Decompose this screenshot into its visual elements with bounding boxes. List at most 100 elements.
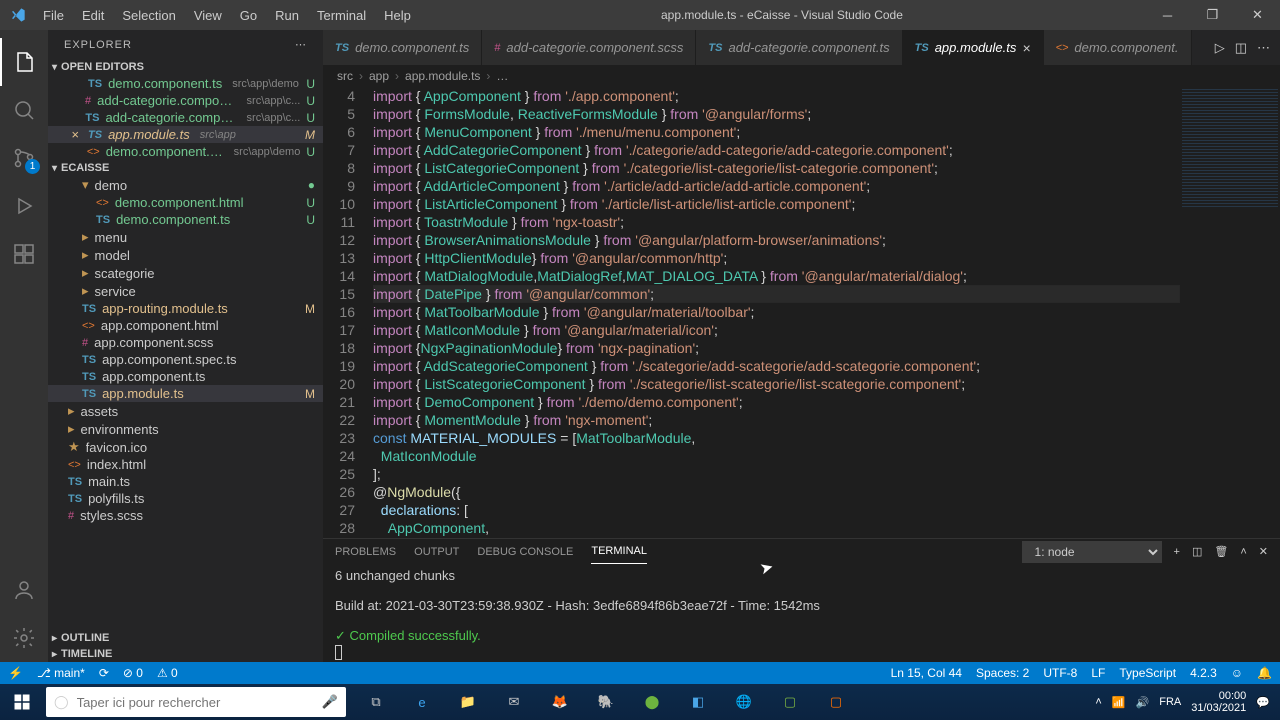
camtasia-icon[interactable]: ▢ <box>770 684 810 720</box>
spring-icon[interactable]: ⬤ <box>632 684 672 720</box>
outline-header[interactable]: ▸OUTLINE <box>48 630 323 646</box>
file-item[interactable]: TSmain.ts <box>48 473 323 490</box>
folder-item[interactable]: ▾demo● <box>48 176 323 194</box>
new-terminal-icon[interactable]: + <box>1174 546 1180 558</box>
file-item[interactable]: TSpolyfills.ts <box>48 490 323 507</box>
menu-edit[interactable]: Edit <box>74 4 112 27</box>
minimize-button[interactable]: ─ <box>1145 0 1190 30</box>
editor-tab[interactable]: TSapp.module.ts× <box>903 30 1044 65</box>
editor-tab[interactable]: TSdemo.component.ts <box>323 30 482 65</box>
split-editor-icon[interactable]: ◫ <box>1235 40 1247 56</box>
file-item[interactable]: TSapp-routing.module.tsM <box>48 300 323 317</box>
open-editor-item[interactable]: ×TSapp.module.tssrc\appM <box>48 126 323 143</box>
menu-run[interactable]: Run <box>267 4 307 27</box>
terminal-selector[interactable]: 1: node <box>1022 541 1162 563</box>
close-icon[interactable]: × <box>68 127 82 142</box>
file-item[interactable]: <>app.component.html <box>48 317 323 334</box>
folder-item[interactable]: ▸service <box>48 282 323 300</box>
file-item[interactable]: <>demo.component.htmlU <box>48 194 323 211</box>
panel-tab-terminal[interactable]: TERMINAL <box>591 539 647 564</box>
file-item[interactable]: #styles.scss <box>48 507 323 524</box>
panel-tab-problems[interactable]: PROBLEMS <box>335 540 396 564</box>
project-header[interactable]: ▾ECAISSE <box>48 160 323 176</box>
panel-tab-output[interactable]: OUTPUT <box>414 540 459 564</box>
mail-icon[interactable]: ✉ <box>494 684 534 720</box>
file-item[interactable]: #app.component.scss <box>48 334 323 351</box>
extensions-icon[interactable] <box>0 230 48 278</box>
menu-terminal[interactable]: Terminal <box>309 4 374 27</box>
file-item[interactable]: TSapp.component.ts <box>48 368 323 385</box>
maximize-panel-icon[interactable]: ˄ <box>1240 546 1246 558</box>
wifi-icon[interactable]: 📶 <box>1112 696 1126 709</box>
language-mode[interactable]: TypeScript <box>1119 666 1176 680</box>
remote-icon[interactable]: ⚡ <box>8 666 23 680</box>
open-editor-item[interactable]: TSadd-categorie.component.tssrc\app\c...… <box>48 109 323 126</box>
feedback-icon[interactable]: ☺ <box>1231 666 1243 680</box>
ts-version[interactable]: 4.2.3 <box>1190 666 1217 680</box>
bell-icon[interactable]: 🔔 <box>1257 666 1272 680</box>
start-button[interactable] <box>0 684 44 720</box>
system-tray[interactable]: ˄ 📶 🔊 FRA 00:0031/03/2021 💬 <box>1095 690 1280 714</box>
account-icon[interactable] <box>0 566 48 614</box>
close-tab-icon[interactable]: × <box>1022 40 1030 56</box>
timeline-header[interactable]: ▸TIMELINE <box>48 646 323 662</box>
breadcrumb[interactable]: src›app›app.module.ts›… <box>323 65 1280 87</box>
tray-chevron-icon[interactable]: ˄ <box>1095 696 1101 708</box>
editor-tab[interactable]: #add-categorie.component.scss <box>482 30 696 65</box>
notifications-icon[interactable]: 💬 <box>1256 696 1270 709</box>
search-icon[interactable] <box>0 86 48 134</box>
menu-go[interactable]: Go <box>232 4 265 27</box>
explorer-icon[interactable] <box>0 38 48 86</box>
indentation[interactable]: Spaces: 2 <box>976 666 1029 680</box>
pgadmin-icon[interactable]: 🐘 <box>586 684 626 720</box>
mic-icon[interactable]: 🎤 <box>322 694 338 710</box>
cursor-position[interactable]: Ln 15, Col 44 <box>891 666 962 680</box>
branch-indicator[interactable]: ⎇ main* <box>37 666 85 680</box>
open-editors-header[interactable]: ▾OPEN EDITORS <box>48 59 323 75</box>
task-view-icon[interactable]: ⧉ <box>356 684 396 720</box>
folder-item[interactable]: ▸menu <box>48 228 323 246</box>
clock-time[interactable]: 00:00 <box>1191 690 1246 702</box>
minimap[interactable] <box>1180 87 1280 538</box>
firefox-icon[interactable]: 🦊 <box>540 684 580 720</box>
folder-item[interactable]: ▸environments <box>48 420 323 438</box>
file-item[interactable]: TSapp.module.tsM <box>48 385 323 402</box>
open-editor-item[interactable]: TSdemo.component.tssrc\app\demoU <box>48 75 323 92</box>
menu-help[interactable]: Help <box>376 4 419 27</box>
menu-view[interactable]: View <box>186 4 230 27</box>
encoding[interactable]: UTF-8 <box>1043 666 1077 680</box>
volume-icon[interactable]: 🔊 <box>1136 696 1150 709</box>
menu-file[interactable]: File <box>35 4 72 27</box>
open-editor-item[interactable]: <>demo.component.htmlsrc\app\demoU <box>48 143 323 160</box>
kill-terminal-icon[interactable]: 🗑 <box>1214 545 1228 558</box>
error-count[interactable]: ⊘ 0 <box>123 666 143 680</box>
taskbar-search[interactable]: ◯ 🎤 <box>46 687 346 717</box>
vscode-icon[interactable]: ◧ <box>678 684 718 720</box>
more-actions-icon[interactable]: ⋯ <box>1257 40 1270 56</box>
close-button[interactable]: ✕ <box>1235 0 1280 30</box>
terminal-output[interactable]: 6 unchanged chunks Build at: 2021-03-30T… <box>323 564 1280 664</box>
language-indicator[interactable]: FRA <box>1159 696 1181 708</box>
open-editor-item[interactable]: #add-categorie.component.scsssrc\app\c..… <box>48 92 323 109</box>
eol[interactable]: LF <box>1091 666 1105 680</box>
search-input[interactable] <box>77 695 314 710</box>
split-terminal-icon[interactable]: ◫ <box>1192 545 1202 558</box>
file-explorer-icon[interactable]: 📁 <box>448 684 488 720</box>
code-editor[interactable]: 4567891011121314151617181920212223242526… <box>323 87 1280 538</box>
chrome-icon[interactable]: 🌐 <box>724 684 764 720</box>
more-icon[interactable]: ⋯ <box>295 38 307 51</box>
source-control-icon[interactable]: 1 <box>0 134 48 182</box>
panel-tab-debug-console[interactable]: DEBUG CONSOLE <box>477 540 573 564</box>
menu-selection[interactable]: Selection <box>114 4 183 27</box>
file-item[interactable]: TSdemo.component.tsU <box>48 211 323 228</box>
sync-button[interactable]: ⟳ <box>99 666 109 680</box>
run-debug-icon[interactable] <box>0 182 48 230</box>
editor-tab[interactable]: TSadd-categorie.component.ts <box>696 30 902 65</box>
run-icon[interactable]: ▷ <box>1215 40 1225 56</box>
clock-date[interactable]: 31/03/2021 <box>1191 702 1246 714</box>
file-item[interactable]: <>index.html <box>48 456 323 473</box>
recorder-icon[interactable]: ▢ <box>816 684 856 720</box>
editor-tab[interactable]: <>demo.component. <box>1044 30 1192 65</box>
folder-item[interactable]: ▸scategorie <box>48 264 323 282</box>
file-item[interactable]: TSapp.component.spec.ts <box>48 351 323 368</box>
